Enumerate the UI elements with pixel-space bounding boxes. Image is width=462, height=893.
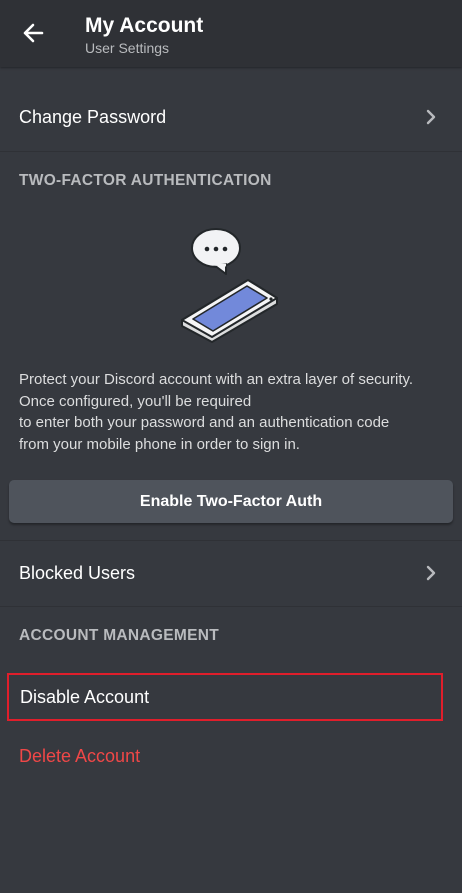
two-factor-description: Protect your Discord account with an ext… bbox=[19, 369, 449, 456]
account-management-section-title: ACCOUNT MANAGEMENT bbox=[19, 627, 219, 644]
divider bbox=[0, 151, 462, 152]
enable-two-factor-button[interactable]: Enable Two-Factor Auth bbox=[9, 480, 453, 523]
description-line: Protect your Discord account with an ext… bbox=[19, 371, 414, 388]
disable-account-label: Disable Account bbox=[20, 686, 150, 707]
blocked-users-row[interactable]: Blocked Users bbox=[0, 541, 462, 605]
delete-account-row[interactable]: Delete Account bbox=[19, 746, 140, 767]
back-button[interactable] bbox=[14, 18, 52, 52]
disable-account-row[interactable]: Disable Account bbox=[7, 673, 443, 721]
change-password-row[interactable]: Change Password bbox=[0, 84, 462, 150]
description-line: Once configured, you'll be required bbox=[19, 392, 252, 410]
app-header: My Account User Settings bbox=[0, 0, 462, 67]
chevron-right-icon bbox=[424, 564, 438, 582]
blocked-users-label: Blocked Users bbox=[19, 562, 136, 583]
description-line: from your mobile phone in order to sign … bbox=[19, 436, 300, 454]
phone-with-chat-bubble-icon bbox=[176, 224, 284, 346]
page-subtitle: User Settings bbox=[85, 40, 170, 56]
arrow-left-icon bbox=[22, 23, 44, 48]
description-line: to enter both your password and an authe… bbox=[19, 414, 390, 432]
chevron-right-icon bbox=[424, 108, 438, 126]
page-title: My Account bbox=[85, 14, 204, 37]
change-password-label: Change Password bbox=[19, 106, 167, 127]
divider bbox=[0, 606, 462, 607]
two-factor-section-title: TWO-FACTOR AUTHENTICATION bbox=[19, 172, 272, 189]
